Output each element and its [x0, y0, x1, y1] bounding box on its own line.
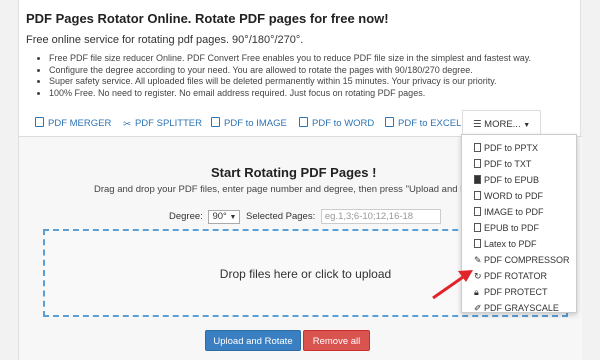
feature-item: Super safety service. All uploaded files…: [49, 76, 531, 88]
menu-item-pdf-protect[interactable]: 🔒︎ PDF PROTECT: [474, 285, 548, 299]
menu-item-label: WORD to PDF: [484, 191, 544, 201]
excel-icon: [385, 117, 394, 127]
file-icon: [474, 239, 481, 248]
tab-label: PDF to WORD: [312, 118, 375, 129]
remove-all-button[interactable]: Remove all: [303, 330, 370, 351]
wrench-icon: ✎: [474, 255, 482, 265]
scissors-icon: ✂: [123, 119, 131, 130]
file-icon: [474, 143, 481, 152]
tab-pdf-to-word[interactable]: PDF to WORD: [299, 110, 374, 137]
menu-item-label: PDF to EPUB: [484, 175, 540, 185]
tab-pdf-merger[interactable]: PDF MERGER: [35, 110, 111, 137]
selected-pages-input[interactable]: eg.1,3;6-10;12,16-18: [320, 209, 441, 224]
upload-and-rotate-button[interactable]: Upload and Rotate: [205, 330, 301, 351]
menu-item-label: PDF PROTECT: [484, 287, 548, 297]
word-icon: [299, 117, 308, 127]
menu-item-pdf-to-pptx[interactable]: PDF to PPTX: [474, 141, 538, 155]
menu-item-pdf-grayscale[interactable]: ✐ PDF GRAYSCALE: [474, 301, 559, 315]
merge-icon: [35, 117, 44, 127]
file-icon: [474, 207, 481, 216]
menu-item-pdf-to-epub[interactable]: PDF to EPUB: [474, 173, 539, 187]
menu-item-label: Latex to PDF: [484, 239, 537, 249]
file-icon: [474, 159, 481, 168]
file-icon: [474, 191, 481, 200]
menu-item-label: EPUB to PDF: [484, 223, 540, 233]
tab-pdf-splitter[interactable]: ✂ PDF SPLITTER: [123, 110, 202, 137]
menu-item-pdf-to-txt[interactable]: PDF to TXT: [474, 157, 531, 171]
feature-item: Configure the degree according to your n…: [49, 65, 531, 77]
brush-icon: ✐: [474, 303, 482, 313]
tab-pdf-to-excel[interactable]: PDF to EXCEL: [385, 110, 461, 137]
lock-icon: 🔒︎: [474, 287, 479, 297]
feature-list: Free PDF file size reducer Online. PDF C…: [49, 53, 531, 99]
panel-description: Drag and drop your PDF files, enter page…: [94, 184, 505, 195]
menu-item-label: PDF to TXT: [484, 159, 532, 169]
file-icon: [474, 223, 481, 232]
options-row: Degree: 90° ▼ Selected Pages: eg.1,3;6-1…: [169, 209, 441, 225]
menu-item-label: PDF to PPTX: [484, 143, 539, 153]
selected-pages-label: Selected Pages:: [246, 211, 316, 223]
page-subtitle: Free online service for rotating pdf pag…: [26, 34, 304, 46]
degree-value: 90°: [212, 211, 227, 223]
caret-down-icon: ▼: [523, 122, 531, 129]
select-arrow-icon: ▼: [229, 214, 237, 222]
degree-label: Degree:: [169, 211, 203, 223]
image-icon: [211, 117, 220, 127]
list-icon: ☰: [473, 119, 482, 130]
tool-tabs: PDF MERGER ✂ PDF SPLITTER PDF to IMAGE PD…: [19, 110, 582, 138]
menu-item-latex-to-pdf[interactable]: Latex to PDF: [474, 237, 537, 251]
tab-label: PDF MERGER: [48, 118, 112, 129]
menu-item-label: PDF GRAYSCALE: [484, 303, 559, 313]
tab-label: PDF to EXCEL: [398, 118, 462, 129]
tab-pdf-to-image[interactable]: PDF to IMAGE: [211, 110, 287, 137]
page-title: PDF Pages Rotator Online. Rotate PDF pag…: [26, 11, 389, 26]
menu-item-epub-to-pdf[interactable]: EPUB to PDF: [474, 221, 539, 235]
tab-label: PDF to IMAGE: [224, 118, 287, 129]
panel-title: Start Rotating PDF Pages !: [211, 165, 377, 180]
menu-item-label: PDF COMPRESSOR: [484, 255, 570, 265]
menu-item-pdf-compressor[interactable]: ✎ PDF COMPRESSOR: [474, 253, 570, 267]
menu-item-label: IMAGE to PDF: [484, 207, 544, 217]
feature-item: Free PDF file size reducer Online. PDF C…: [49, 53, 531, 65]
menu-item-image-to-pdf[interactable]: IMAGE to PDF: [474, 205, 544, 219]
degree-select[interactable]: 90° ▼: [208, 210, 241, 225]
rotate-icon: ↻: [474, 271, 482, 281]
book-icon: [474, 175, 481, 184]
tab-label: PDF SPLITTER: [134, 118, 203, 129]
more-dropdown-menu: PDF to PPTX PDF to TXT PDF to EPUB WORD …: [461, 134, 577, 313]
feature-item: 100% Free. No need to register. No email…: [49, 88, 531, 100]
tab-label: MORE...: [484, 119, 521, 130]
menu-item-label: PDF ROTATOR: [484, 271, 547, 281]
menu-item-word-to-pdf[interactable]: WORD to PDF: [474, 189, 543, 203]
menu-item-pdf-rotator[interactable]: ↻ PDF ROTATOR: [474, 269, 547, 283]
